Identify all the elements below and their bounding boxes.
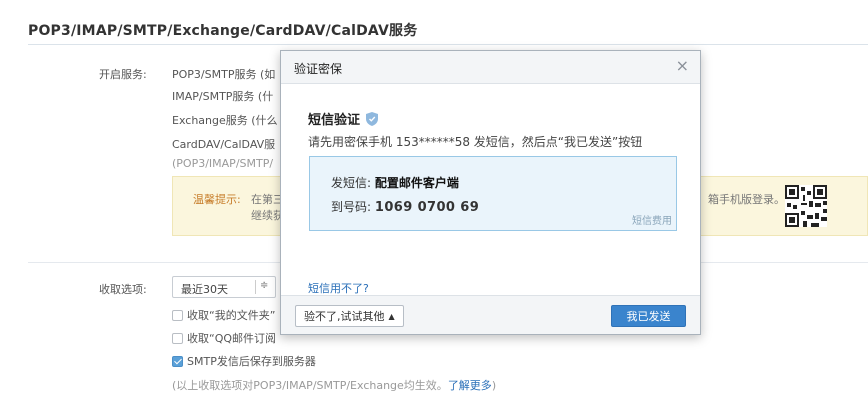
sms-help-link[interactable]: 短信用不了? [308,280,369,296]
receive-footnote: (以上收取选项对POP3/IMAP/SMTP/Exchange均生效。了解更多) [172,377,496,393]
service-imap: IMAP/SMTP服务 (什 [172,90,274,103]
shield-icon [366,111,379,126]
sms-info-box: 发短信: 配置邮件客户端 到号码: 1069 0700 69 短信费用 [309,156,677,231]
footnote-end: ) [491,379,497,392]
option-qq-subscription[interactable]: 收取“QQ邮件订阅 [172,330,276,346]
select-separator [255,280,256,294]
sms-verify-heading: 短信验证 [308,109,379,128]
services-note: (POP3/IMAP/SMTP/ [172,157,274,170]
receive-range-select[interactable]: 最近30天 ≑ [172,276,276,298]
to-number: 1069 0700 69 [374,200,480,215]
send-label: 发短信: [331,176,372,190]
dialog-footer: 验不了,试试其他 ▲ 我已发送 [281,295,700,334]
send-content: 配置邮件客户端 [374,176,459,190]
triangle-up-icon: ▲ [388,311,395,321]
option-smtp-save-label: SMTP发信后保存到服务器 [187,355,316,368]
sms-fee-note: 短信费用 [632,216,672,227]
to-label: 到号码: [331,200,372,214]
service-pop3: POP3/SMTP服务 (如 [172,68,276,81]
select-arrow-icon: ≑ [260,280,269,291]
tips-label: 温馨提示: [193,193,241,206]
sms-content-row: 发短信: 配置邮件客户端 [331,174,459,191]
sms-verify-title: 短信验证 [308,113,361,128]
option-smtp-save[interactable]: SMTP发信后保存到服务器 [172,353,316,369]
option-qq-subscription-label: 收取“QQ邮件订阅 [187,332,277,345]
close-icon[interactable]: × [676,56,689,75]
services-label: 开启服务: [99,68,147,81]
checkbox-my-folders[interactable] [172,309,183,321]
service-exchange: Exchange服务 (什么 [172,114,278,127]
option-my-folders-label: 收取“我的文件夹” [187,309,276,322]
tips-text-right: 箱手机版登录。 [708,193,785,206]
sms-instructions: 请先用密保手机 153******58 发短信，然后点“我已发送”按钮 [308,135,643,149]
receive-label: 收取选项: [99,283,147,296]
checkbox-qq-subscription[interactable] [172,332,183,344]
footnote-text: (以上收取选项对POP3/IMAP/SMTP/Exchange均生效。 [172,379,448,392]
verify-dialog: 验证密保 × 短信验证 请先用密保手机 153******58 发短信，然后点“… [280,50,701,335]
learn-more-link[interactable]: 了解更多 [448,379,492,392]
try-other-label: 验不了,试试其他 [304,310,385,323]
qr-code-icon [785,185,827,227]
dialog-header: 验证密保 × [281,51,700,84]
option-my-folders[interactable]: 收取“我的文件夹” [172,307,275,323]
try-other-button[interactable]: 验不了,试试其他 ▲ [295,305,404,327]
title-divider [28,44,868,45]
dialog-title: 验证密保 [294,62,343,76]
sms-number-row: 到号码: 1069 0700 69 [331,198,479,215]
page-title: POP3/IMAP/SMTP/Exchange/CardDAV/CalDAV服务 [28,23,418,39]
receive-range-value: 最近30天 [181,283,228,296]
service-carddav: CardDAV/CalDAV服 [172,138,276,151]
checkbox-smtp-save[interactable] [172,355,183,367]
sent-confirm-button[interactable]: 我已发送 [611,305,686,327]
